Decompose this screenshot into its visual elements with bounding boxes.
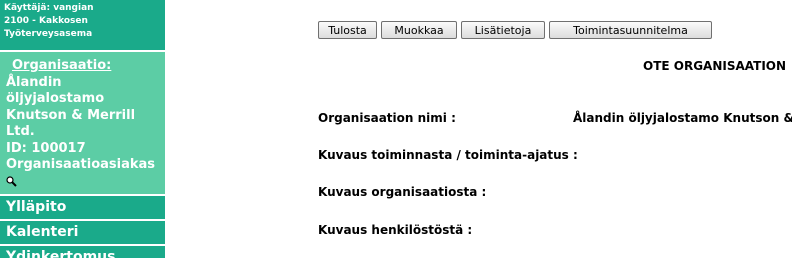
field-value-organization-name: Ålandin öljyjalostamo Knutson & (573, 111, 792, 125)
magnifier-icon[interactable] (6, 175, 17, 187)
organization-name-line: Ltd. (6, 124, 35, 139)
sidebar-item-kalenteri[interactable]: Kalenteri (0, 221, 165, 244)
field-label-activity-description: Kuvaus toiminnasta / toiminta-ajatus : (318, 148, 578, 162)
user-unit: 2100 - Kakkosen (4, 16, 88, 26)
organization-name-line: Ålandin (6, 74, 62, 90)
user-info: Käyttäjä: vangian 2100 - Kakkosen Työter… (0, 0, 165, 50)
user-unit-name: Työterveysasema (4, 29, 93, 39)
organization-name-line: Knutson & Merrill (6, 107, 136, 123)
user-name: Käyttäjä: vangian (4, 3, 94, 13)
organization-name-line: öljyjalostamo (6, 91, 105, 106)
toolbar: Tulosta Muokkaa Lisätietoja Toimintasuunnit… (318, 21, 716, 40)
edit-button[interactable]: Muokkaa (381, 21, 457, 39)
sidebar: Käyttäjä: vangian 2100 - Kakkosen Työter… (0, 0, 165, 258)
sidebar-item-yllapito[interactable]: Ylläpito (0, 196, 165, 219)
document-title: OTE ORGANISAATION (643, 59, 787, 73)
field-label-organization-description: Kuvaus organisaatiosta : (318, 185, 487, 199)
field-label-staff-description: Kuvaus henkilöstöstä : (318, 223, 473, 237)
info-button[interactable]: Lisätietoja (461, 21, 545, 39)
field-label-organization-name: Organisaation nimi : (318, 111, 456, 125)
print-button[interactable]: Tulosta (318, 21, 377, 39)
organization-type: Organisaatioasiakas (6, 157, 156, 172)
sidebar-item-ydinkertomus[interactable]: Ydinkertomus (0, 246, 165, 258)
action-plan-button[interactable]: Toimintasuunnitelma (549, 21, 712, 39)
organization-heading[interactable]: Organisaatio: (6, 58, 165, 75)
organization-id: ID: 100017 (6, 140, 86, 156)
organization-info: Organisaatio: Ålandin öljyjalostamo Knut… (0, 50, 165, 194)
